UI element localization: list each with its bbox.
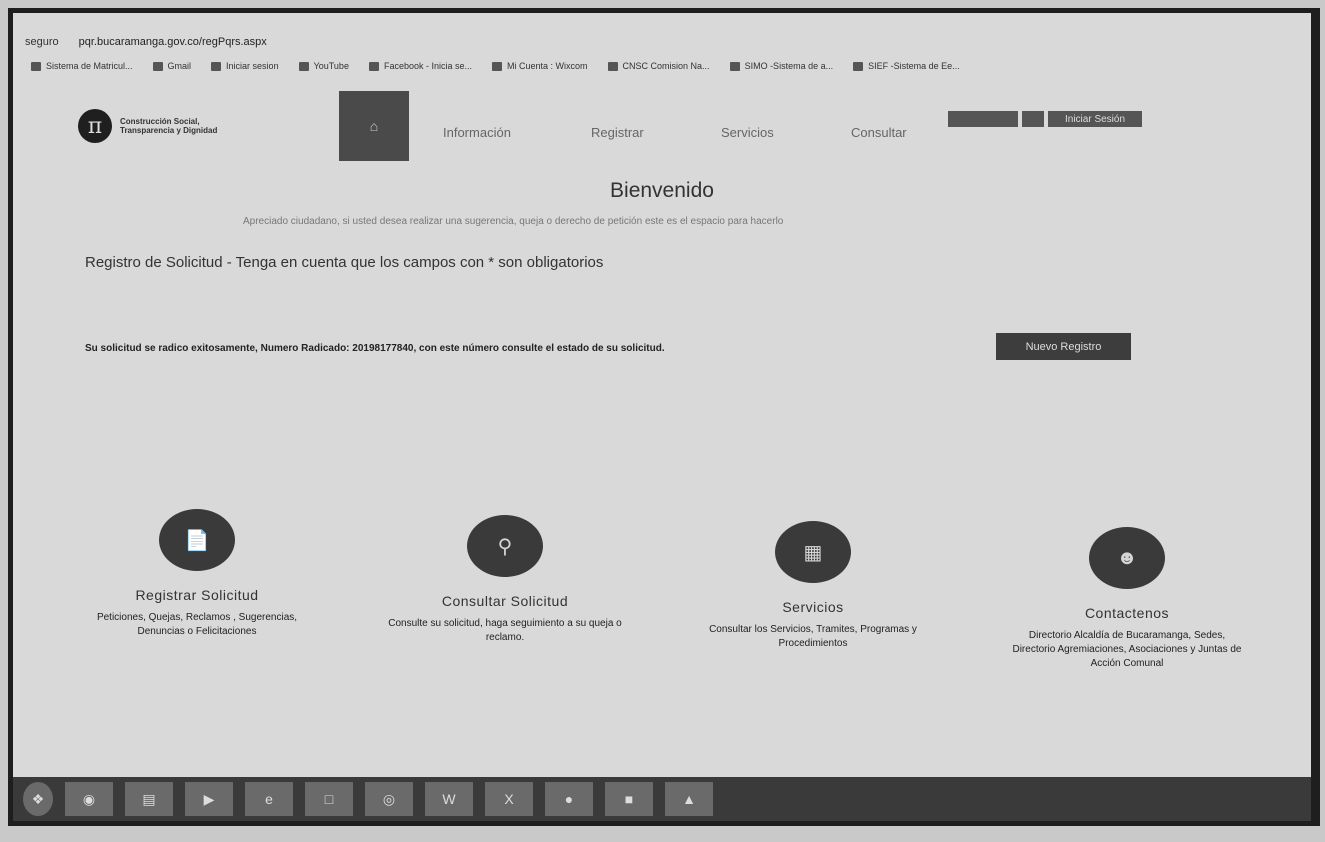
top-right-buttons: Iniciar Sesión [948, 111, 1146, 127]
simo-icon [729, 61, 740, 71]
address-bar[interactable]: seguro pqr.bucaramanga.gov.co/regPqrs.as… [13, 31, 1311, 53]
windows-icon [211, 61, 222, 71]
wix-icon [492, 61, 502, 71]
bookmark-icon [31, 61, 41, 71]
services-icon[interactable]: ▦ [775, 521, 851, 583]
taskbar: ❖ ◉ ▤ ▶ e □ ◎ W X ● ■ ▲ [13, 777, 1311, 821]
feature-registrar[interactable]: 📄 Registrar Solicitud Peticiones, Quejas… [77, 509, 317, 639]
top-button-2[interactable] [1022, 111, 1044, 127]
gmail-icon [152, 61, 163, 71]
success-message: Su solicitud se radico exitosamente, Num… [85, 343, 665, 354]
nav-servicios[interactable]: Servicios [721, 125, 774, 140]
chrome-icon[interactable]: ◎ [365, 782, 413, 816]
bookmark-item[interactable]: Gmail [152, 61, 191, 71]
bookmark-item[interactable]: Iniciar sesion [211, 61, 279, 71]
feature-title[interactable]: Registrar Solicitud [77, 587, 317, 603]
feature-desc: Peticiones, Quejas, Reclamos , Sugerenci… [96, 612, 298, 637]
firefox-icon[interactable]: ◉ [65, 782, 113, 816]
browser-window: seguro pqr.bucaramanga.gov.co/regPqrs.as… [8, 8, 1320, 826]
bookmark-item[interactable]: SIEF -Sistema de Ee... [853, 61, 960, 71]
nav-registrar[interactable]: Registrar [591, 125, 644, 140]
bookmarks-bar: Sistema de Matricul... Gmail Iniciar ses… [13, 57, 1311, 75]
contact-icon[interactable]: ☻ [1089, 527, 1165, 589]
feature-contactenos[interactable]: ☻ Contactenos Directorio Alcaldía de Buc… [1007, 527, 1247, 671]
start-icon[interactable]: ❖ [23, 782, 53, 816]
bookmark-item[interactable]: Facebook - Inicia se... [368, 61, 472, 71]
excel-icon[interactable]: X [485, 782, 533, 816]
logo-text: Construcción Social, Transparencia y Dig… [120, 117, 218, 135]
home-button[interactable]: ⌂ [339, 91, 409, 161]
app2-icon[interactable]: ■ [605, 782, 653, 816]
app3-icon[interactable]: ▲ [665, 782, 713, 816]
bookmark-item[interactable]: SIMO -Sistema de a... [729, 61, 833, 71]
media-icon[interactable]: ▶ [185, 782, 233, 816]
pi-logo-icon: π [78, 109, 112, 143]
facebook-icon [368, 61, 379, 71]
top-button-1[interactable] [948, 111, 1018, 127]
page-content: π Construcción Social, Transparencia y D… [13, 79, 1311, 773]
document-icon[interactable]: 📄 [159, 509, 235, 571]
search-icon[interactable]: ⚲ [467, 515, 543, 577]
nav-informacion[interactable]: Información [443, 125, 511, 140]
security-label: seguro [25, 36, 59, 48]
feature-desc: Directorio Alcaldía de Bucaramanga, Sede… [1012, 630, 1242, 669]
bookmark-item[interactable]: CNSC Comision Na... [607, 61, 710, 71]
register-heading: Registro de Solicitud - Tenga en cuenta … [85, 254, 604, 271]
cnsc-icon [607, 61, 618, 71]
feature-title[interactable]: Consultar Solicitud [385, 593, 625, 609]
youtube-icon [298, 61, 309, 71]
url-text[interactable]: pqr.bucaramanga.gov.co/regPqrs.aspx [79, 36, 267, 48]
feature-desc: Consulte su solicitud, haga seguimiento … [388, 618, 622, 643]
welcome-subtext: Apreciado ciudadano, si usted desea real… [243, 216, 784, 227]
bookmark-item[interactable]: YouTube [298, 61, 349, 71]
feature-desc: Consultar los Servicios, Tramites, Progr… [709, 624, 917, 649]
explorer-icon[interactable]: □ [305, 782, 353, 816]
feature-servicios[interactable]: ▦ Servicios Consultar los Servicios, Tra… [693, 521, 933, 651]
feature-title[interactable]: Servicios [693, 599, 933, 615]
app-icon[interactable]: ● [545, 782, 593, 816]
bookmark-item[interactable]: Mi Cuenta : Wixcom [492, 61, 588, 71]
site-logo[interactable]: π Construcción Social, Transparencia y D… [78, 109, 260, 143]
sief-icon [853, 61, 864, 71]
nav-consultar[interactable]: Consultar [851, 125, 907, 140]
files-icon[interactable]: ▤ [125, 782, 173, 816]
word-icon[interactable]: W [425, 782, 473, 816]
home-icon: ⌂ [369, 118, 379, 134]
login-button[interactable]: Iniciar Sesión [1048, 111, 1142, 127]
feature-consultar[interactable]: ⚲ Consultar Solicitud Consulte su solici… [385, 515, 625, 645]
ie-icon[interactable]: e [245, 782, 293, 816]
feature-title[interactable]: Contactenos [1007, 605, 1247, 621]
bookmark-item[interactable]: Sistema de Matricul... [31, 61, 133, 71]
new-register-button[interactable]: Nuevo Registro [996, 333, 1131, 360]
page-title: Bienvenido [610, 179, 714, 202]
